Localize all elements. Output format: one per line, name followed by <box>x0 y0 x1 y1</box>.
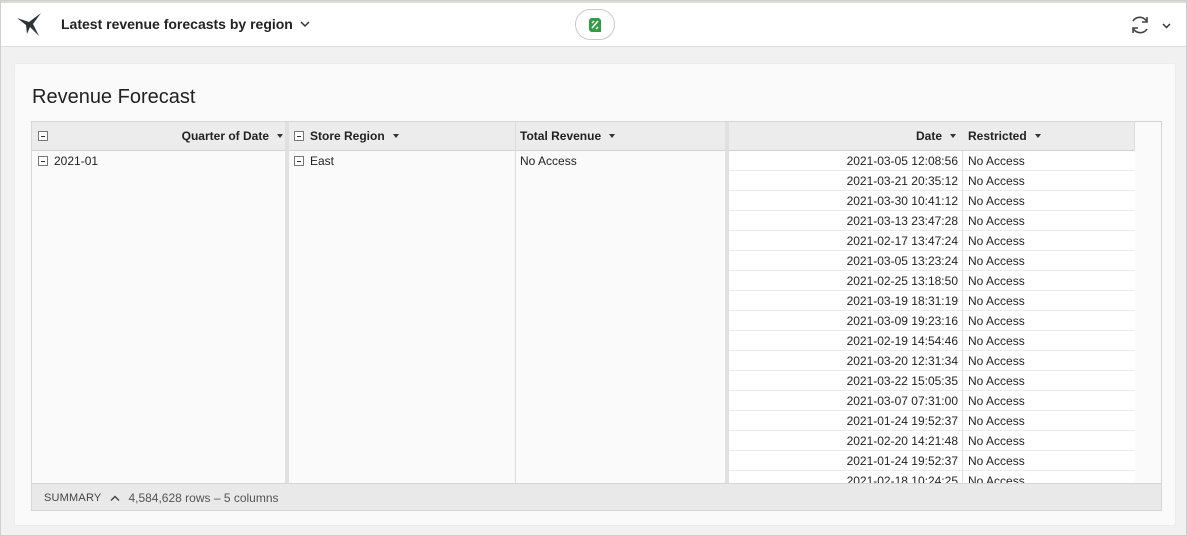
table-row[interactable]: 2021-03-30 10:41:12 No Access <box>729 190 1135 211</box>
sort-menu-icon[interactable] <box>392 134 399 138</box>
collapse-group-icon[interactable] <box>294 156 304 166</box>
refresh-options-chevron-icon[interactable] <box>1161 20 1172 31</box>
pivot-table: Quarter of Date Store Region Total Reven… <box>31 121 1162 511</box>
table-row[interactable]: 2021-03-05 13:23:24 No Access <box>729 250 1135 271</box>
date-cell: 2021-02-25 13:18:50 <box>846 273 958 288</box>
sort-menu-icon[interactable] <box>609 134 616 138</box>
sync-status-icon <box>589 17 601 32</box>
revenue-forecast-card: Revenue Forecast Quarter of Date Store R… <box>14 63 1176 526</box>
date-cell: 2021-02-20 14:21:48 <box>846 433 958 448</box>
restricted-cell: No Access <box>962 190 1135 211</box>
logo-icon[interactable] <box>15 12 45 38</box>
table-row[interactable]: 2021-02-19 14:54:46 No Access <box>729 330 1135 351</box>
restricted-cell: No Access <box>962 270 1135 291</box>
table-row[interactable]: 2021-02-17 13:47:24 No Access <box>729 230 1135 251</box>
refresh-icon[interactable] <box>1129 14 1151 36</box>
collapse-group-icon[interactable] <box>38 156 48 166</box>
chevron-down-icon <box>300 21 310 28</box>
restricted-cell: No Access <box>962 470 1135 483</box>
table-row[interactable]: 2021-01-24 19:52:37 No Access <box>729 410 1135 431</box>
row-column-count: 4,584,628 rows – 5 columns <box>128 490 279 505</box>
region-group-cell: East <box>294 154 334 168</box>
date-cell: 2021-03-05 12:08:56 <box>846 153 958 168</box>
date-column-header[interactable]: Date <box>729 122 962 150</box>
restricted-cell: No Access <box>962 290 1135 311</box>
card-title: Revenue Forecast <box>32 86 196 108</box>
table-row[interactable]: 2021-03-05 12:08:56 No Access <box>729 151 1135 171</box>
table-row[interactable]: 2021-03-21 20:35:12 No Access <box>729 170 1135 191</box>
detail-rows: 2021-03-05 12:08:56 No Access 2021-03-21 2… <box>729 151 1135 483</box>
restricted-cell: No Access <box>962 151 1135 171</box>
date-cell: 2021-03-19 18:31:19 <box>846 293 958 308</box>
sort-menu-icon[interactable] <box>950 134 956 138</box>
workbook-title-dropdown[interactable]: Latest revenue forecasts by region <box>61 16 311 32</box>
revenue-header-label: Total Revenue <box>520 129 602 143</box>
date-cell: 2021-01-24 19:52:37 <box>846 453 958 468</box>
restricted-cell: No Access <box>962 230 1135 251</box>
date-cell: 2021-03-20 12:31:34 <box>846 353 958 368</box>
workbook-title: Latest revenue forecasts by region <box>61 16 293 32</box>
restricted-cell: No Access <box>962 390 1135 411</box>
restricted-column-header[interactable]: Restricted <box>968 122 1135 150</box>
status-badge[interactable] <box>575 9 615 40</box>
table-row[interactable]: 2021-03-07 07:31:00 No Access <box>729 390 1135 411</box>
quarter-header-label: Quarter of Date <box>181 129 269 143</box>
date-cell: 2021-03-07 07:31:00 <box>846 393 958 408</box>
sort-menu-icon[interactable] <box>1034 134 1041 138</box>
table-row[interactable]: 2021-02-25 13:18:50 No Access <box>729 270 1135 291</box>
date-cell: 2021-02-17 13:47:24 <box>846 233 958 248</box>
restricted-cell: No Access <box>962 310 1135 331</box>
date-cell: 2021-03-13 23:47:28 <box>846 213 958 228</box>
restricted-cell: No Access <box>962 170 1135 191</box>
date-cell: 2021-01-24 19:52:37 <box>846 413 958 428</box>
date-cell: 2021-02-18 10:24:25 <box>846 473 958 484</box>
table-row[interactable]: 2021-03-19 18:31:19 No Access <box>729 290 1135 311</box>
table-row[interactable]: 2021-03-20 12:31:34 No Access <box>729 350 1135 371</box>
collapse-all-icon[interactable] <box>38 131 48 141</box>
restricted-cell: No Access <box>962 370 1135 391</box>
top-bar: Latest revenue forecasts by region <box>1 1 1186 47</box>
quarter-group-cell: 2021-01 <box>38 154 98 168</box>
table-header: Quarter of Date Store Region Total Reven… <box>32 122 1135 151</box>
table-row[interactable]: 2021-03-13 23:47:28 No Access <box>729 210 1135 231</box>
region-column-header[interactable]: Store Region <box>294 122 514 150</box>
date-cell: 2021-03-09 19:23:16 <box>846 313 958 328</box>
table-row[interactable]: 2021-03-22 15:05:35 No Access <box>729 370 1135 391</box>
summary-bar[interactable]: SUMMARY 4,584,628 rows – 5 columns <box>32 483 1161 510</box>
restricted-cell: No Access <box>962 410 1135 431</box>
revenue-group-cell: No Access <box>520 154 577 168</box>
column-divider[interactable] <box>285 122 289 483</box>
restricted-cell: No Access <box>962 330 1135 351</box>
sort-menu-icon[interactable] <box>277 134 283 138</box>
restricted-cell: No Access <box>962 430 1135 451</box>
date-cell: 2021-03-21 20:35:12 <box>846 173 958 188</box>
restricted-header-label: Restricted <box>968 129 1027 143</box>
app-window: Latest revenue forecasts by region Reven… <box>0 0 1187 536</box>
date-cell: 2021-03-22 15:05:35 <box>846 373 958 388</box>
date-cell: 2021-03-30 10:41:12 <box>846 193 958 208</box>
quarter-value: 2021-01 <box>54 154 99 168</box>
region-header-label: Store Region <box>310 129 385 143</box>
revenue-column-header[interactable]: Total Revenue <box>520 122 720 150</box>
column-divider <box>515 122 516 483</box>
table-row[interactable]: 2021-03-09 19:23:16 No Access <box>729 310 1135 331</box>
restricted-cell: No Access <box>962 350 1135 371</box>
restricted-cell: No Access <box>962 450 1135 471</box>
date-cell: 2021-03-05 13:23:24 <box>846 253 958 268</box>
table-row[interactable]: 2021-01-24 19:52:37 No Access <box>729 450 1135 471</box>
chevron-up-icon[interactable] <box>110 494 120 502</box>
region-value: East <box>310 154 335 168</box>
restricted-cell: No Access <box>962 210 1135 231</box>
collapse-region-icon[interactable] <box>294 131 304 141</box>
date-header-label: Date <box>915 129 942 143</box>
table-row[interactable]: 2021-02-18 10:24:25 No Access <box>729 470 1135 484</box>
restricted-cell: No Access <box>962 250 1135 271</box>
summary-label: SUMMARY <box>44 491 102 504</box>
quarter-column-header[interactable]: Quarter of Date <box>38 122 283 150</box>
table-row[interactable]: 2021-02-20 14:21:48 No Access <box>729 430 1135 451</box>
date-cell: 2021-02-19 14:54:46 <box>846 333 958 348</box>
